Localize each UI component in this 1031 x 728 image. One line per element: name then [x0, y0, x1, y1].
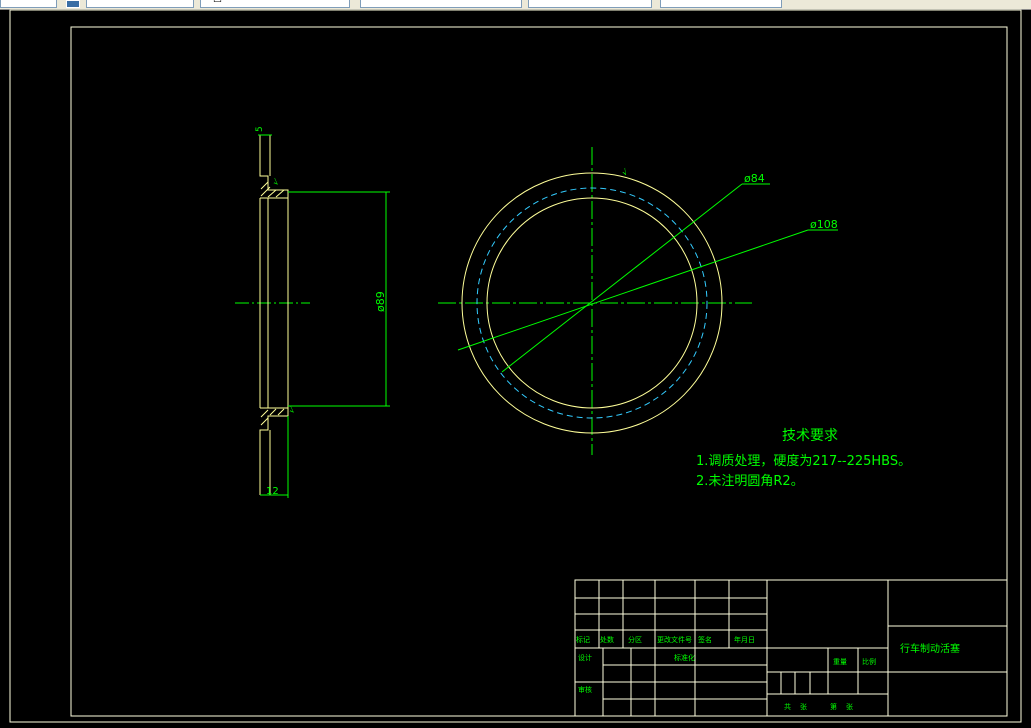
tech-title: 技术要求 [782, 428, 838, 444]
tb-standardize: 标准化 [674, 653, 695, 662]
tb-zone: 分区 [628, 635, 642, 644]
tb-weight: 重量 [833, 658, 847, 666]
tb-page-zhang: 张 [846, 702, 853, 711]
tb-scale: 比例 [862, 657, 876, 666]
front-view: ø84 ø108 √ [438, 147, 838, 455]
tech-line-2: 2.未注明圆角R2。 [696, 474, 804, 489]
tech-line-1: 1.调质处理，硬度为217--225HBS。 [696, 453, 911, 469]
cad-canvas[interactable]: 5 ø89 √ √ 12 ø84 ø108 √ 技术要求 1.调质处理，硬度为2… [0, 0, 1031, 728]
outer-frame [9, 9, 1022, 723]
dim-circle-108: ø108 [810, 218, 838, 231]
tb-sheet: 张 [800, 702, 807, 711]
section-view: 5 ø89 √ √ 12 [235, 126, 390, 498]
tech-requirements: 技术要求 1.调质处理，硬度为217--225HBS。 2.未注明圆角R2。 [696, 428, 911, 489]
title-block-text: 标记 处数 分区 更改文件号 签名 年月日 设计 标准化 审核 重量 比例 共 … [576, 635, 960, 711]
tb-page-di: 第 [830, 702, 837, 711]
tb-total: 共 [784, 702, 791, 711]
inner-frame [70, 26, 1008, 717]
tb-date: 年月日 [734, 635, 755, 644]
tb-part-name: 行车制动活塞 [900, 642, 960, 655]
tb-change-doc: 更改文件号 [657, 635, 692, 644]
tb-sign: 签名 [698, 635, 712, 644]
dim-top-gap: 5 [255, 126, 265, 132]
tb-review: 审核 [578, 685, 592, 694]
roughness-mark: √ [271, 177, 282, 188]
dim-outer-diameter: ø89 [374, 291, 387, 312]
dim-circle-84: ø84 [744, 172, 765, 185]
tb-mark: 标记 [576, 635, 590, 644]
tb-count: 处数 [600, 635, 614, 644]
dim-bottom-width: 12 [266, 486, 279, 497]
tb-design: 设计 [578, 653, 592, 662]
